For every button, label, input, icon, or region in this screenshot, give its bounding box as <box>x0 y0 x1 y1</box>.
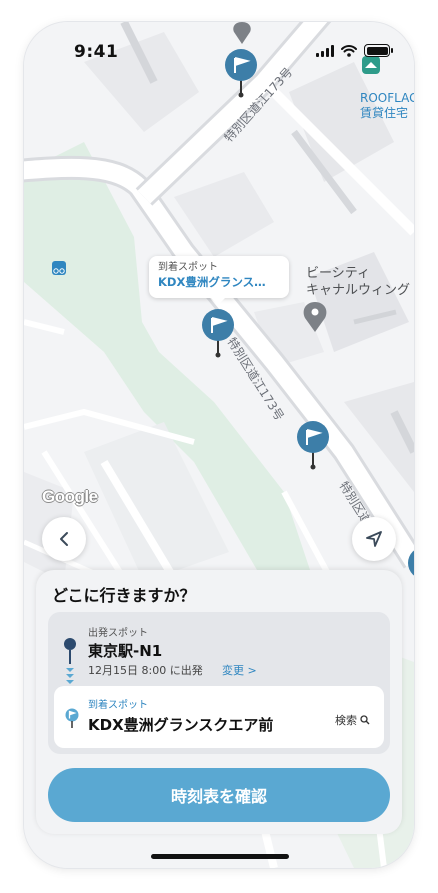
destination-pin-icon <box>65 708 79 728</box>
departure-name: 東京駅-N1 <box>88 642 163 660</box>
home-indicator <box>151 854 289 859</box>
sheet-title: どこに行きますか？ <box>52 586 196 605</box>
search-icon <box>360 715 370 725</box>
phone-frame: ROOFLAG 賃貸住宅 ビーシティ キャナルウィング 特別区道江173号 特別… <box>24 22 414 868</box>
destination-callout[interactable]: 到着スポット KDX豊洲グランス… <box>149 256 289 305</box>
destination-search-label: 検索 <box>335 714 357 727</box>
cellular-signal-icon <box>316 44 334 57</box>
battery-icon <box>364 44 393 57</box>
callout-caption: 到着スポット <box>158 262 218 273</box>
google-attribution: Google <box>42 487 98 506</box>
wifi-icon <box>341 44 357 57</box>
route-box: 出発スポット 東京駅-N1 12月15日 8:00 に出発 変更 > 到着スポッ… <box>48 612 390 754</box>
poi-label-rooflag-line2: 賃貸住宅 <box>360 106 409 120</box>
destination-search-button[interactable]: 検索 <box>335 712 370 728</box>
status-bar: 9:41 <box>24 22 414 72</box>
destination-name: KDX豊洲グランスクエア前 <box>88 716 274 734</box>
poi-label-rooflag: ROOFLAG 賃貸住宅 <box>360 91 414 121</box>
check-timetable-button[interactable]: 時刻表を確認 <box>48 768 390 822</box>
current-location-button[interactable] <box>352 517 396 561</box>
status-icons <box>316 44 393 57</box>
departure-caption: 出発スポット <box>88 628 148 639</box>
callout-name: KDX豊洲グランス… <box>158 275 266 289</box>
departure-change-link[interactable]: 変更 > <box>222 662 257 678</box>
bicycle-icon <box>52 261 66 275</box>
chevron-left-icon <box>60 532 68 546</box>
poi-label-rooflag-line1: ROOFLAG <box>360 91 414 105</box>
poi-label-bcity-line2: キャナルウィング <box>306 283 411 298</box>
back-button[interactable] <box>42 517 86 561</box>
departure-datetime: 12月15日 8:00 に出発 <box>88 664 203 677</box>
poi-label-bcity-line1: ビーシティ <box>306 266 370 281</box>
destination-sheet: どこに行きますか？ 出発スポット 東京駅-N1 12月15日 8:00 に出発 … <box>36 570 402 834</box>
destination-caption: 到着スポット <box>88 700 148 711</box>
navigation-arrow-icon <box>366 531 382 547</box>
destination-row[interactable]: 到着スポット KDX豊洲グランスクエア前 検索 <box>54 686 384 748</box>
status-time: 9:41 <box>74 42 119 62</box>
poi-label-bcity: ビーシティ キャナルウィング <box>306 265 410 299</box>
